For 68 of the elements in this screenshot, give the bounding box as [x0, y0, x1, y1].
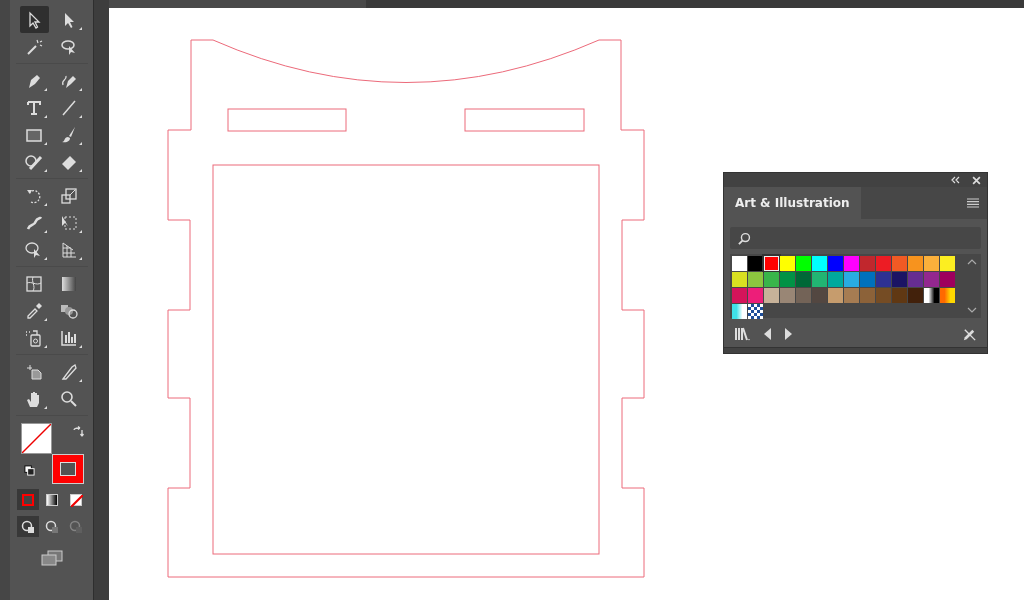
- color-swatch[interactable]: [732, 304, 747, 319]
- search-icon: [738, 231, 751, 245]
- color-swatch[interactable]: [748, 272, 763, 287]
- color-swatch[interactable]: [876, 288, 891, 303]
- knife-icon: [59, 361, 79, 382]
- next-icon[interactable]: [784, 328, 792, 340]
- eyedropper-icon: [24, 300, 44, 321]
- fill-swatch[interactable]: [20, 423, 52, 454]
- zoom-icon: [59, 388, 79, 409]
- color-swatch[interactable]: [940, 256, 955, 271]
- color-swatch[interactable]: [860, 272, 875, 287]
- color-swatch[interactable]: [780, 256, 795, 271]
- color-swatch[interactable]: [892, 272, 907, 287]
- color-swatch[interactable]: [828, 256, 843, 271]
- none-slash-icon: [70, 494, 83, 507]
- color-swatch[interactable]: [796, 256, 811, 271]
- color-swatch[interactable]: [780, 272, 795, 287]
- color-swatch[interactable]: [908, 272, 923, 287]
- color-swatch[interactable]: [924, 288, 939, 303]
- color-swatch[interactable]: [924, 256, 939, 271]
- selection-arrow-tool[interactable]: [19, 6, 49, 33]
- color-swatch[interactable]: [860, 288, 875, 303]
- scroll-up-icon[interactable]: [967, 259, 977, 265]
- color-swatch[interactable]: [764, 288, 779, 303]
- libraries-icon[interactable]: [734, 327, 752, 341]
- color-swatch[interactable]: [812, 272, 827, 287]
- color-swatch[interactable]: [748, 288, 763, 303]
- color-swatch[interactable]: [844, 272, 859, 287]
- color-swatch[interactable]: [940, 288, 955, 303]
- scroll-down-icon[interactable]: [967, 307, 977, 313]
- color-swatch[interactable]: [732, 288, 747, 303]
- close-icon[interactable]: [972, 175, 981, 185]
- default-colors-icon[interactable]: [23, 465, 35, 476]
- color-swatch[interactable]: [844, 288, 859, 303]
- menu-icon[interactable]: [967, 198, 979, 208]
- color-swatch[interactable]: [812, 288, 827, 303]
- previous-icon[interactable]: [764, 328, 772, 340]
- scale-icon: [59, 185, 79, 206]
- color-mode-button[interactable]: [16, 489, 39, 510]
- color-swatch[interactable]: [860, 256, 875, 271]
- mesh-icon: [24, 273, 44, 294]
- color-swatch[interactable]: [828, 272, 843, 287]
- color-swatch[interactable]: [892, 288, 907, 303]
- color-swatch[interactable]: [924, 272, 939, 287]
- color-swatch[interactable]: [812, 256, 827, 271]
- draw-normal-button[interactable]: [16, 516, 39, 537]
- collapse-icon[interactable]: [950, 176, 960, 184]
- color-swatch[interactable]: [876, 256, 891, 271]
- color-swatch[interactable]: [876, 272, 891, 287]
- panel-tab[interactable]: Art & Illustration: [724, 187, 861, 219]
- color-swatch[interactable]: [908, 256, 923, 271]
- color-swatch[interactable]: [764, 256, 779, 271]
- color-swatch[interactable]: [908, 288, 923, 303]
- stroke-swatch[interactable]: [51, 454, 84, 484]
- search-field[interactable]: [730, 227, 981, 249]
- color-swatch[interactable]: [764, 272, 779, 287]
- color-swatch[interactable]: [844, 256, 859, 271]
- color-swatch[interactable]: [796, 288, 811, 303]
- swap-arrow-icon[interactable]: [71, 426, 84, 438]
- symbol-sprayer-icon: [24, 327, 44, 348]
- color-swatch[interactable]: [940, 272, 955, 287]
- color-swatch[interactable]: [780, 288, 795, 303]
- color-swatch[interactable]: [732, 256, 747, 271]
- color-swatch[interactable]: [828, 288, 843, 303]
- color-swatch[interactable]: [796, 272, 811, 287]
- color-swatch[interactable]: [732, 272, 747, 287]
- color-swatch[interactable]: [748, 304, 763, 319]
- color-swatch[interactable]: [892, 256, 907, 271]
